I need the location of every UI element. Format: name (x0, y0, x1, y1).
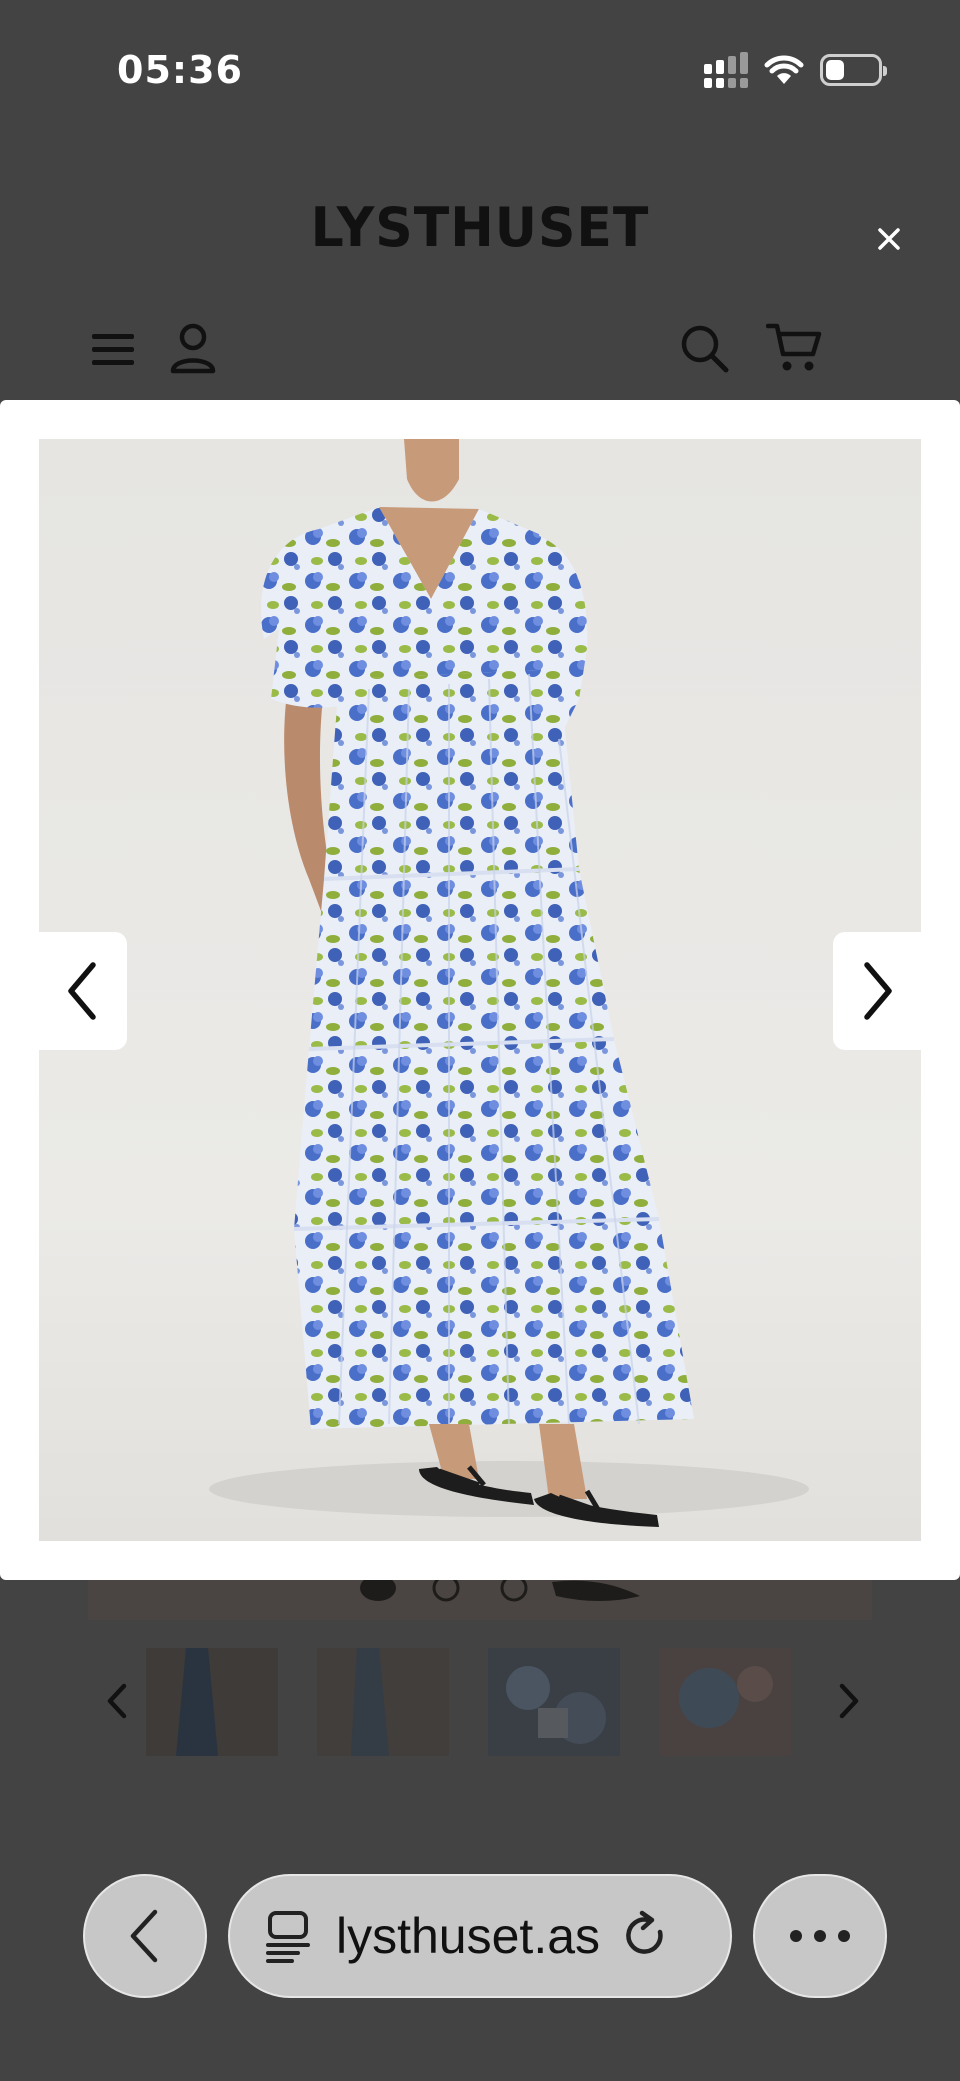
status-icons (704, 52, 887, 88)
close-icon[interactable] (872, 222, 906, 256)
browser-back-button[interactable] (83, 1874, 207, 1998)
wifi-icon (764, 55, 804, 84)
thumbnail-3[interactable] (488, 1648, 620, 1756)
next-image-button[interactable] (833, 932, 921, 1050)
product-image (39, 439, 921, 1541)
thumbnail-1[interactable] (146, 1648, 278, 1756)
gallery-dots (0, 1574, 960, 1620)
chevron-left-icon[interactable] (98, 1676, 138, 1726)
tab-overview-icon[interactable] (264, 1909, 312, 1963)
search-icon[interactable] (680, 324, 730, 374)
account-icon[interactable] (170, 322, 216, 374)
battery-icon (820, 54, 887, 86)
chevron-left-icon (68, 962, 96, 1020)
image-lightbox (0, 400, 960, 1580)
site-logo[interactable]: LYSTHUSET (0, 197, 960, 260)
status-time: 05:36 (117, 48, 243, 92)
thumbnail-2[interactable] (317, 1648, 449, 1756)
reload-icon[interactable] (622, 1910, 670, 1962)
thumbnail-strip (0, 1648, 960, 1758)
cellular-signal-icon (704, 52, 748, 88)
ellipsis-icon (790, 1930, 850, 1942)
menu-icon[interactable] (92, 332, 134, 368)
previous-image-button[interactable] (39, 932, 127, 1050)
cart-icon[interactable] (766, 322, 822, 374)
chevron-right-icon[interactable] (828, 1676, 868, 1726)
chevron-right-icon (864, 962, 892, 1020)
address-bar[interactable]: lysthuset.as (228, 1874, 732, 1998)
url-text[interactable]: lysthuset.as (336, 1907, 600, 1965)
browser-more-button[interactable] (753, 1874, 887, 1998)
thumbnail-4[interactable] (659, 1648, 791, 1756)
chevron-left-icon (130, 1909, 158, 1963)
